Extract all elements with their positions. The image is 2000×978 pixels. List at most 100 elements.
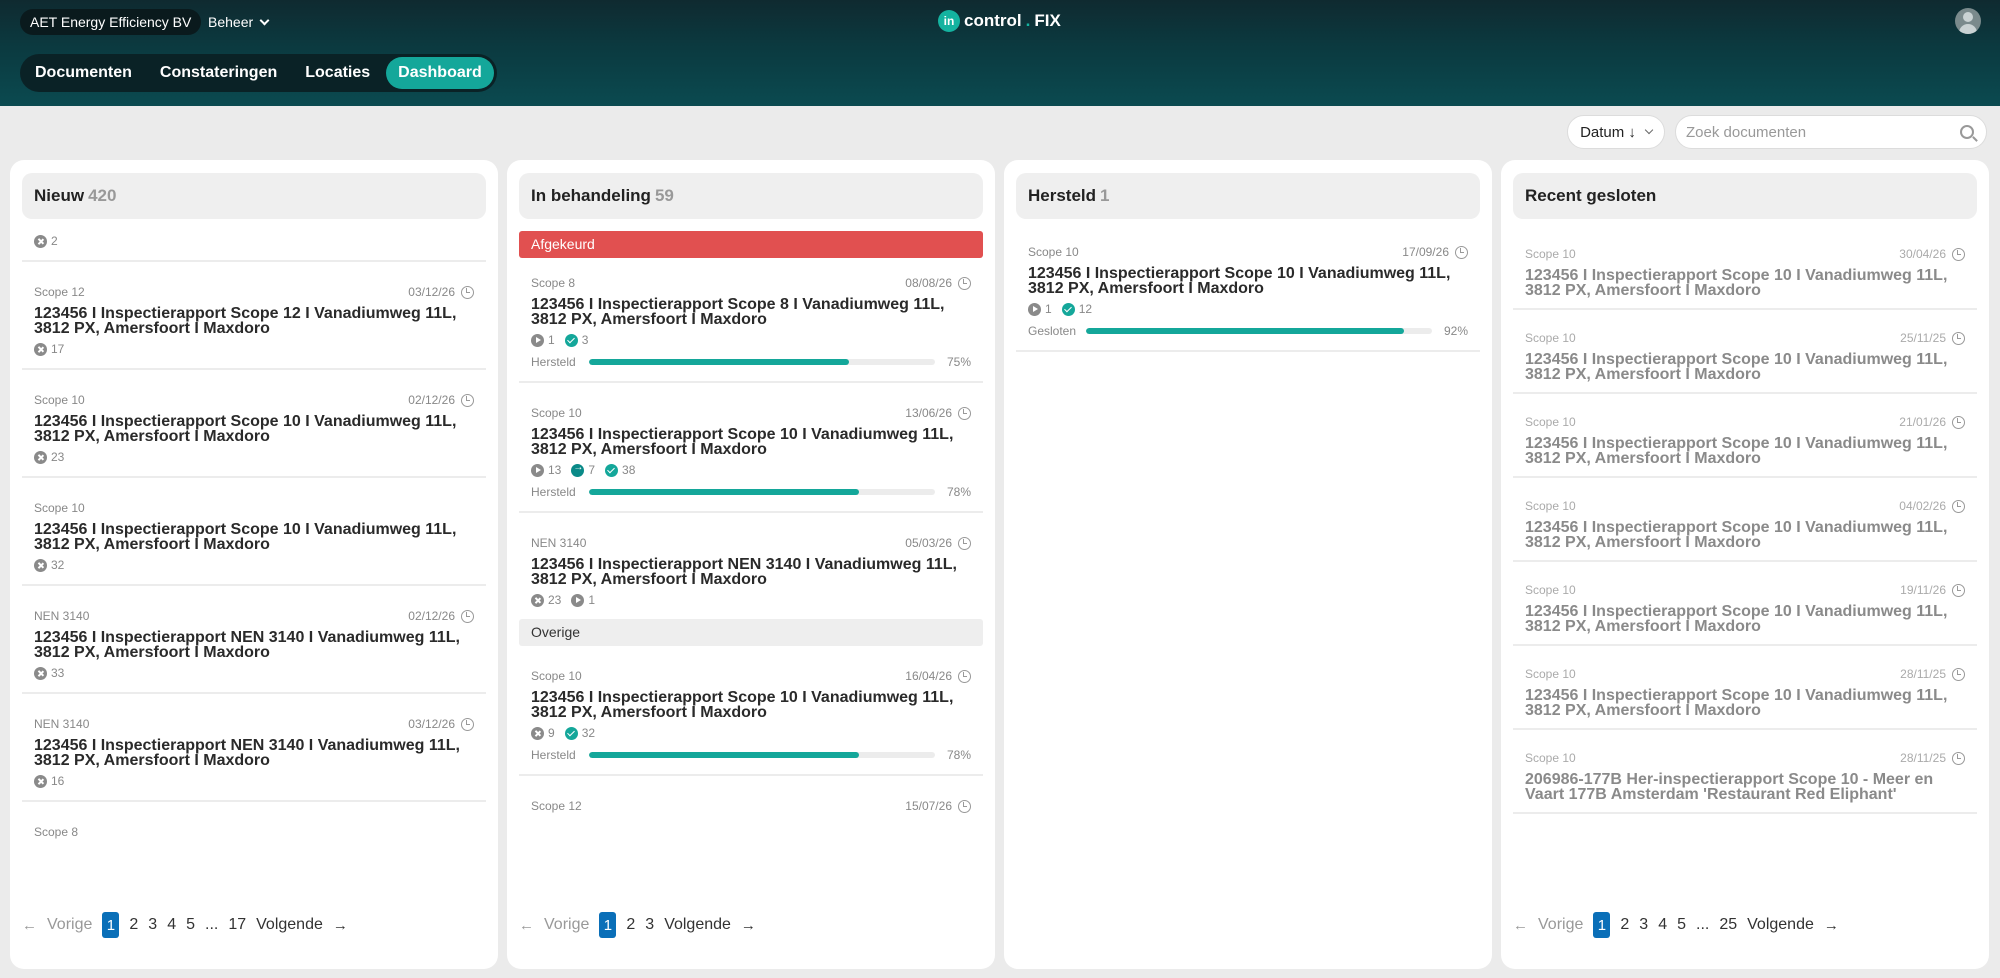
page-button[interactable]: 2 [129, 916, 138, 934]
cancel-icon [34, 666, 47, 680]
in-progress-badge: 13 [531, 463, 561, 477]
document-card[interactable]: Scope 12 15/07/26 [519, 776, 983, 826]
organization-selector[interactable]: AET Energy Efficiency BV [20, 9, 202, 35]
column-hersteld: Hersteld 1 Scope 10 17/09/26 123456 I Insp… [1004, 160, 1492, 969]
clock-icon [1952, 499, 1965, 513]
nav-constateringen[interactable]: Constateringen [148, 57, 289, 89]
sort-dropdown[interactable]: Datum ↓ [1567, 115, 1665, 149]
search-icon[interactable] [1960, 125, 1974, 139]
next-page-button[interactable]: Volgende [256, 916, 323, 934]
page-button[interactable]: 5 [186, 916, 195, 934]
beheer-label: Beheer [208, 14, 254, 30]
play-icon [531, 333, 544, 347]
clock-icon [461, 609, 474, 623]
document-card[interactable]: Scope 10 16/04/26 123456 I Inspectierappo… [519, 646, 983, 776]
arrow-right-icon[interactable]: → [741, 917, 756, 934]
page-button[interactable]: 1 [102, 912, 120, 938]
page-button[interactable]: 3 [1639, 916, 1648, 934]
next-page-button[interactable]: Volgende [664, 916, 731, 934]
progress-bar [1086, 328, 1432, 334]
document-card[interactable]: Scope 10 123456 I Inspectierapport Scope… [22, 478, 486, 586]
card-scope: NEN 3140 [34, 717, 90, 731]
cancel-badge: 23 [34, 450, 64, 464]
prev-page-button[interactable]: Vorige [544, 916, 589, 934]
page-button[interactable]: 2 [1620, 916, 1629, 934]
arrow-right-icon[interactable]: → [1824, 917, 1839, 934]
clock-icon [1952, 751, 1965, 765]
next-page-button[interactable]: Volgende [1747, 916, 1814, 934]
document-card[interactable]: Scope 8 08/08/26 123456 I Inspectierappor… [519, 258, 983, 383]
cancel-badge: 32 [34, 558, 64, 572]
page-button[interactable]: 3 [645, 916, 654, 934]
progress-bar [589, 359, 935, 365]
document-card[interactable]: Scope 10 30/04/26 123456 I Inspectierappo… [1513, 230, 1977, 310]
progress-row: Hersteld 75% [531, 355, 971, 369]
clock-icon [461, 285, 474, 299]
document-card[interactable]: NEN 3140 03/12/26 123456 I Inspectierappo… [22, 694, 486, 802]
card-scope: Scope 10 [531, 406, 582, 420]
document-card[interactable]: Scope 10 13/06/26 123456 I Inspectierappo… [519, 383, 983, 513]
page-button[interactable]: 2 [626, 916, 635, 934]
page-button[interactable]: 4 [167, 916, 176, 934]
page-button[interactable]: 4 [1658, 916, 1667, 934]
clock-icon [958, 406, 971, 420]
card-date: 03/12/26 [408, 285, 455, 299]
arrow-left-icon[interactable]: ← [519, 917, 534, 934]
clock-icon [1455, 245, 1468, 259]
document-card[interactable]: Scope 10 25/11/25 123456 I Inspectierappo… [1513, 310, 1977, 394]
column-title: Recent gesloten [1525, 186, 1657, 205]
column-header: In behandeling 59 [519, 173, 983, 219]
card-title: 123456 I Inspectierapport Scope 10 I Van… [1525, 435, 1948, 467]
arrow-right-icon[interactable]: → [333, 917, 348, 934]
done-badge: 3 [564, 333, 588, 347]
progress-percent: 78% [946, 485, 971, 499]
in-progress-badge: 1 [531, 333, 555, 347]
page-button[interactable]: 3 [148, 916, 157, 934]
progress-fill [589, 752, 859, 758]
column-count: 59 [654, 186, 674, 205]
document-card[interactable]: Scope 10 02/12/26 123456 I Inspectierappo… [22, 370, 486, 478]
progress-fill [589, 489, 859, 495]
card-scope: Scope 10 [1525, 331, 1576, 345]
column-header: Recent gesloten [1513, 173, 1977, 219]
list-item[interactable]: 2 [22, 232, 486, 262]
cancel-icon [531, 593, 544, 607]
document-card[interactable]: Scope 8 [22, 802, 486, 852]
nav-documenten[interactable]: Documenten [23, 57, 144, 89]
progress-row: Hersteld 78% [531, 485, 971, 499]
page-button[interactable]: 1 [599, 912, 617, 938]
page-button[interactable]: 5 [1677, 916, 1686, 934]
arrow-left-icon[interactable]: ← [1513, 917, 1528, 934]
user-avatar-icon[interactable] [1955, 8, 1981, 34]
card-scope: Scope 10 [34, 393, 85, 407]
progress-percent: 75% [946, 355, 971, 369]
prev-page-button[interactable]: Vorige [1538, 916, 1583, 934]
document-card[interactable]: NEN 3140 02/12/26 123456 I Inspectierappo… [22, 586, 486, 694]
page-button[interactable]: 25 [1719, 916, 1737, 934]
card-title: 123456 I Inspectierapport Scope 10 I Van… [531, 426, 954, 458]
prev-page-button[interactable]: Vorige [47, 916, 92, 934]
document-card[interactable]: Scope 10 04/02/26 123456 I Inspectierappo… [1513, 478, 1977, 562]
nav-dashboard[interactable]: Dashboard [386, 57, 494, 89]
document-card[interactable]: Scope 10 19/11/26 123456 I Inspectierappo… [1513, 562, 1977, 646]
column-nieuw: Nieuw 420 2 Scope 12 03/12/26 123456 I Ins… [10, 160, 498, 969]
arrow-right-icon [1028, 302, 1041, 316]
document-card[interactable]: Scope 10 21/01/26 123456 I Inspectierappo… [1513, 394, 1977, 478]
document-card[interactable]: Scope 10 28/11/25 123456 I Inspectierappo… [1513, 646, 1977, 730]
nav-locaties[interactable]: Locaties [293, 57, 382, 89]
card-date: 13/06/26 [905, 406, 952, 420]
card-scope: Scope 8 [34, 825, 79, 839]
arrow-left-icon[interactable]: ← [22, 917, 37, 934]
document-card[interactable]: Scope 12 03/12/26 123456 I Inspectierappo… [22, 262, 486, 370]
page-button[interactable]: 1 [1593, 912, 1611, 938]
document-card[interactable]: Scope 10 28/11/25 206986-177B Her-inspect… [1513, 730, 1977, 814]
cancel-icon [34, 774, 47, 788]
section-afgekeurd: Afgekeurd [519, 231, 983, 258]
search-input[interactable] [1686, 116, 1946, 148]
card-scope: NEN 3140 [531, 536, 587, 550]
card-scope: Scope 10 [1525, 583, 1576, 597]
page-button[interactable]: 17 [228, 916, 246, 934]
document-card[interactable]: Scope 10 17/09/26 123456 I Inspectierappo… [1016, 232, 1480, 352]
document-card[interactable]: NEN 3140 05/03/26 123456 I Inspectierappo… [519, 513, 983, 619]
beheer-menu[interactable]: Beheer [208, 9, 270, 35]
